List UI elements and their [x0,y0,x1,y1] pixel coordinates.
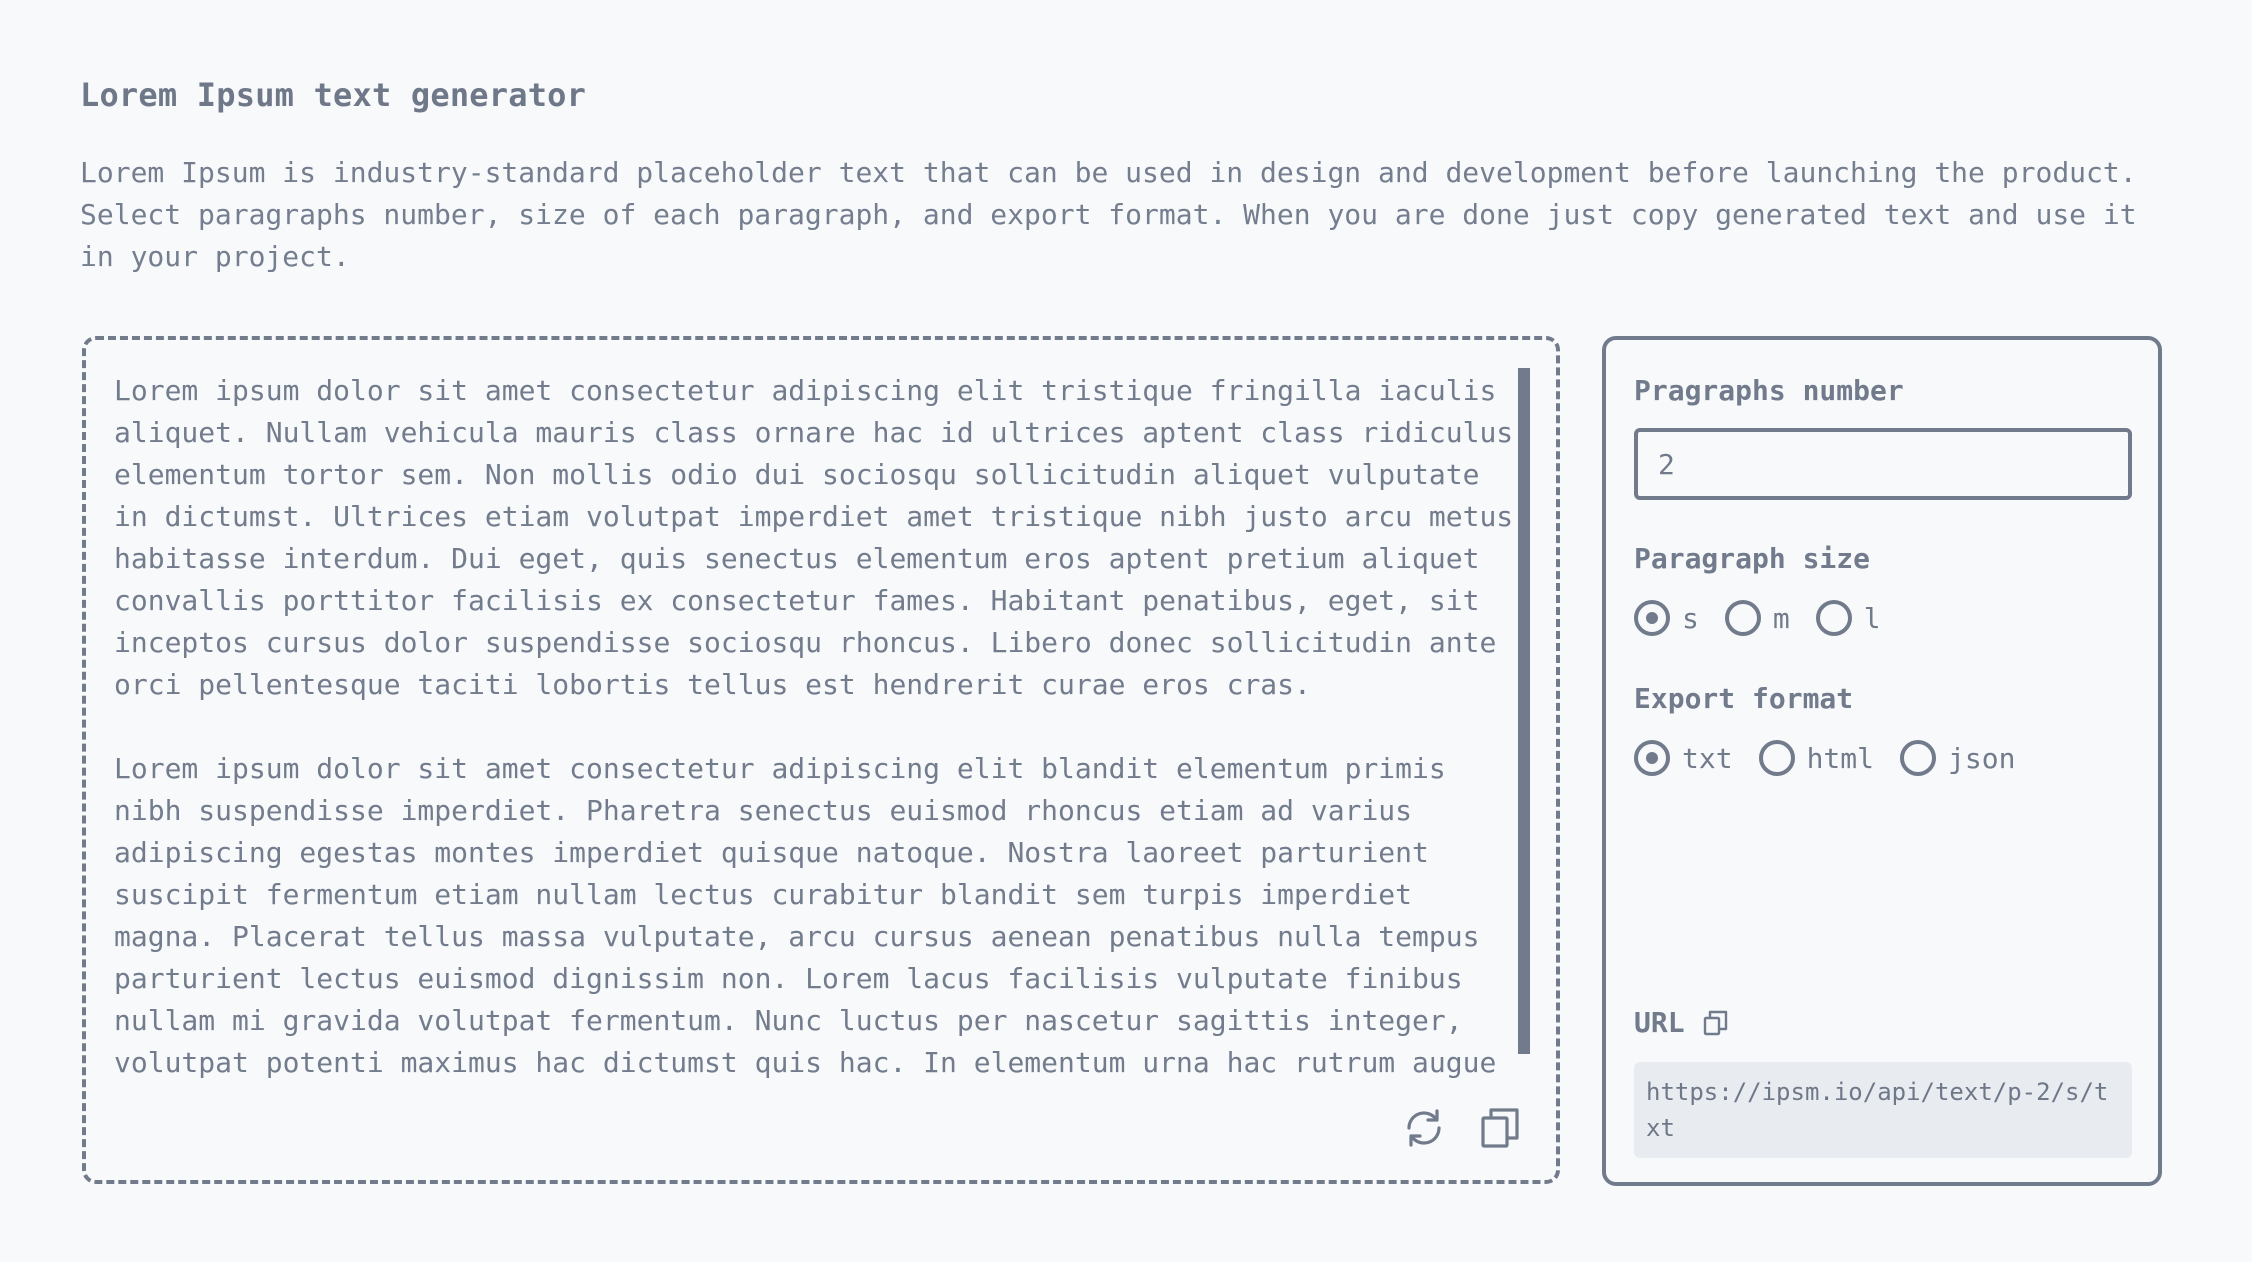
format-option-label: json [1948,741,2016,775]
radio-unchecked-icon [1724,600,1761,636]
format-option-json[interactable]: json [1900,740,2015,776]
paragraphs-number-input[interactable] [1634,428,2132,500]
page-description: Lorem Ipsum is industry-standard placeho… [80,156,2137,273]
format-option-label: txt [1682,741,1733,775]
format-option-txt[interactable]: txt [1634,740,1733,776]
refresh-icon [1407,1109,1441,1147]
export-format-label: Export format [1634,682,1854,715]
page-title: Lorem Ipsum text generator [80,76,587,114]
format-option-html[interactable]: html [1758,740,1875,776]
copy-icon [1481,1108,1519,1148]
size-option-m[interactable]: m [1724,600,1790,636]
size-option-l[interactable]: l [1815,600,1881,636]
copy-text-button[interactable] [1478,1106,1522,1150]
generated-text-area[interactable]: Lorem ipsum dolor sit amet consectetur a… [114,370,1514,1086]
size-option-label: s [1682,601,1699,635]
refresh-button[interactable] [1402,1106,1446,1150]
radio-checked-icon [1634,600,1670,636]
paragraphs-number-label: Pragraphs number [1634,374,1904,407]
text-scrollbar[interactable] [1518,368,1530,1054]
text-scrollbar-thumb[interactable] [1518,368,1530,1054]
copy-url-icon[interactable] [1703,1010,1729,1036]
radio-unchecked-icon [1900,740,1937,776]
export-format-group: txt html json [1634,740,2041,776]
radio-checked-icon [1634,740,1670,776]
radio-unchecked-icon [1815,600,1852,636]
paragraph-size-group: s m l [1634,600,1907,636]
paragraph-size-label: Paragraph size [1634,542,1871,575]
text-actions [1402,1106,1522,1150]
radio-unchecked-icon [1758,740,1795,776]
settings-panel: Pragraphs number Paragraph size s m l Ex… [1602,336,2162,1186]
size-option-label: l [1863,601,1881,635]
generated-paragraph: Lorem ipsum dolor sit amet consectetur a… [114,752,1497,1079]
format-option-label: html [1806,741,1875,775]
url-label: URL [1634,1006,1685,1039]
size-option-s[interactable]: s [1634,600,1699,636]
url-row: URL [1634,1006,1729,1039]
size-option-label: m [1772,601,1790,635]
api-url-field[interactable]: https://ipsm.io/api/text/p-2/s/txt [1634,1062,2132,1158]
generated-text-panel: Lorem ipsum dolor sit amet consectetur a… [82,336,1560,1184]
generated-paragraph: Lorem ipsum dolor sit amet consectetur a… [114,374,1514,701]
